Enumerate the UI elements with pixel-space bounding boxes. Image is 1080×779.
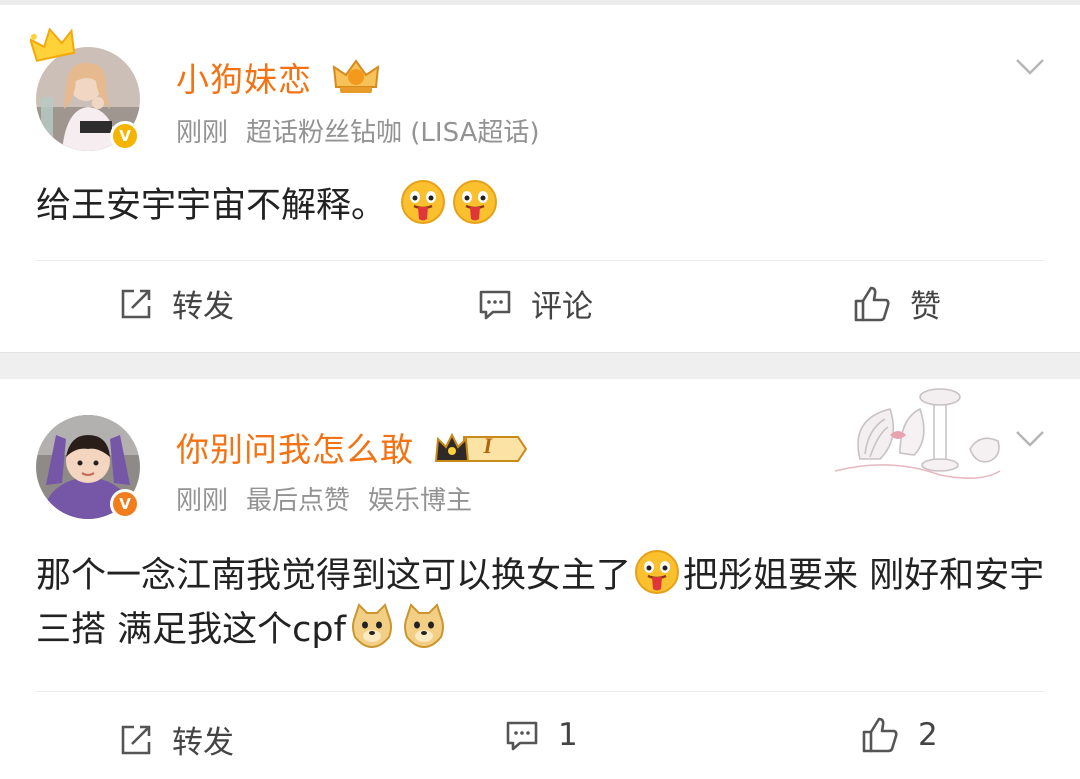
verified-badge-icon: V [110, 489, 140, 519]
post-card-2: V 你别问我怎么敢 I 刚刚 最后点赞 娱乐博主 那个一念江南我觉得到这可以换女主了… [0, 379, 1080, 779]
super-topic-fan-icon [332, 59, 379, 93]
repost-label[interactable]: 转发 [172, 717, 234, 762]
author-name-text[interactable]: 你别问我怎么敢 [176, 430, 414, 469]
comment-label[interactable]: 评论 [531, 281, 593, 326]
chevron-down-icon[interactable] [1015, 429, 1045, 449]
crown-icon [30, 27, 76, 62]
tongue-out-emoji-icon [453, 180, 498, 224]
author-name[interactable]: 小狗妹恋 [176, 53, 380, 101]
comment-icon [479, 290, 511, 319]
thumbs-up-icon [854, 286, 890, 321]
user-tag[interactable]: 娱乐博主 [368, 486, 472, 516]
repost-icon [121, 725, 151, 754]
like-button[interactable]: 赞 [852, 281, 941, 326]
post-text-content: 给王安宇宇宙不解释。 [36, 186, 387, 226]
repost-button[interactable]: 转发 [118, 281, 234, 326]
divider [36, 691, 1044, 692]
avatar-wrap[interactable]: V [30, 27, 140, 151]
comment-button[interactable]: 评论 [477, 281, 593, 326]
post-text: 给王安宇宇宙不解释。 [36, 179, 1046, 233]
like-button[interactable]: 2 [860, 715, 938, 755]
chevron-down-icon[interactable] [1015, 57, 1045, 77]
doge-emoji-icon [403, 603, 444, 649]
last-like-tag: 最后点赞 [246, 486, 351, 516]
decorative-pendant-icon [834, 388, 1001, 479]
repost-button[interactable]: 转发 [118, 717, 234, 762]
timestamp: 刚刚 [176, 118, 229, 148]
thumbs-up-icon [862, 717, 898, 753]
post-meta: 刚刚 超话粉丝钻咖 (LISA超话) [176, 112, 558, 149]
vip-crown-icon [434, 432, 527, 462]
fan-level-text[interactable]: 超话粉丝钻咖 (LISA超话) [246, 118, 539, 148]
repost-icon [121, 289, 151, 318]
author-name-text[interactable]: 小狗妹恋 [176, 60, 312, 99]
like-count[interactable]: 2 [918, 717, 938, 753]
feed-gap [0, 352, 1080, 380]
tongue-out-emoji-icon [401, 180, 446, 224]
author-name[interactable]: 你别问我怎么敢 I [176, 423, 530, 471]
level-badge: I [434, 431, 530, 467]
like-label[interactable]: 赞 [910, 281, 941, 326]
divider [36, 260, 1044, 261]
verified-badge-icon: V [110, 121, 140, 151]
avatar-wrap[interactable]: V [36, 415, 140, 519]
post-meta: 刚刚 最后点赞 娱乐博主 [176, 480, 490, 517]
timestamp: 刚刚 [176, 486, 229, 516]
repost-label[interactable]: 转发 [172, 281, 234, 326]
comment-button[interactable]: 1 [504, 717, 578, 753]
comment-icon [506, 721, 538, 751]
post-text-content-1: 那个一念江南我觉得到这可以换女主了 [36, 556, 632, 596]
post-text: 那个一念江南我觉得到这可以换女主了 把彤姐要来 刚好和安宇三搭 满足我这个cpf [36, 549, 1046, 657]
doge-emoji-icon [351, 603, 392, 649]
post-card-1: V 小狗妹恋 刚刚 超话粉丝钻咖 (LISA超话) 给王安宇宇宙不解释。 转发 … [0, 5, 1080, 352]
level-text: I [483, 433, 494, 458]
tongue-out-emoji-icon [635, 550, 680, 594]
comment-count[interactable]: 1 [558, 717, 578, 753]
